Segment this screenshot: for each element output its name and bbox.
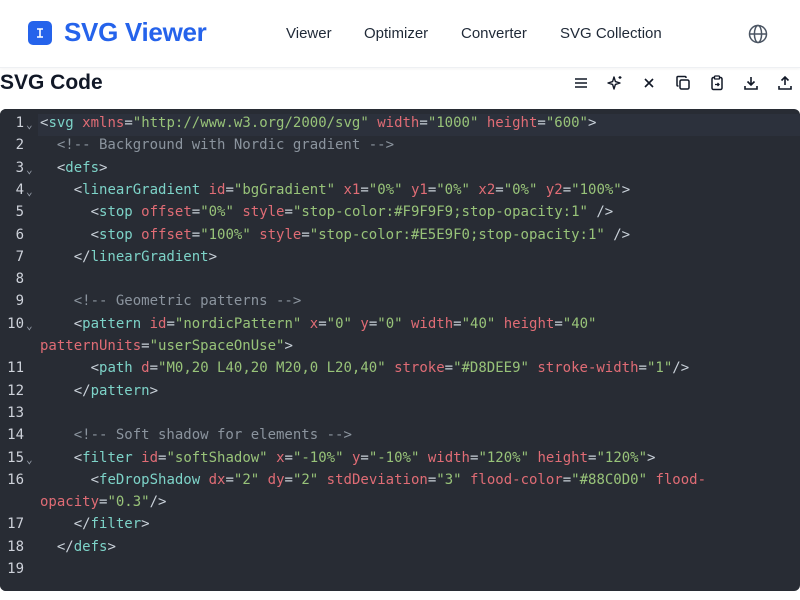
- line-number: 8: [15, 271, 24, 288]
- panel-title: SVG Code: [0, 71, 103, 94]
- line-number: 11: [7, 360, 24, 377]
- line-number: 12: [7, 382, 24, 399]
- upload-icon[interactable]: [776, 74, 794, 92]
- code-line[interactable]: <!-- Soft shadow for elements -->: [40, 427, 352, 443]
- line-number: 19: [7, 561, 24, 577]
- line-number: 3: [15, 159, 24, 176]
- code-line[interactable]: <filter id="softShadow" x="-10%" y="-10%…: [40, 450, 656, 466]
- close-icon[interactable]: [640, 74, 658, 92]
- globe-icon[interactable]: [747, 23, 769, 45]
- fold-toggle-icon[interactable]: ⌄: [26, 185, 36, 198]
- line-number: 4: [15, 181, 24, 198]
- code-line[interactable]: </pattern>: [40, 383, 158, 399]
- copy-icon[interactable]: [674, 74, 692, 92]
- fold-toggle-icon[interactable]: ⌄: [26, 163, 36, 176]
- code-line[interactable]: <pattern id="nordicPattern" x="0" y="0" …: [40, 316, 597, 332]
- line-number: 7: [15, 248, 24, 265]
- code-line[interactable]: <feDropShadow dx="2" dy="2" stdDeviation…: [40, 472, 706, 488]
- line-number-gutter: 1 ⌄ 2 3 ⌄ 4 ⌄ 5 6 7 8 9 10 ⌄ 11 12 13 14 15 ⌄ 16 17 18 19: [0, 109, 38, 591]
- line-number: 9: [15, 293, 24, 310]
- code-line[interactable]: <defs>: [40, 160, 108, 176]
- line-number: 10: [7, 315, 24, 332]
- line-number: 17: [7, 516, 24, 533]
- code-line[interactable]: </defs>: [40, 539, 116, 555]
- fold-toggle-icon[interactable]: ⌄: [26, 453, 36, 466]
- code-line[interactable]: </linearGradient>: [40, 249, 217, 265]
- menu-icon[interactable]: [572, 74, 590, 92]
- nav-viewer[interactable]: Viewer: [286, 25, 332, 42]
- line-number: 6: [15, 226, 24, 243]
- line-number: 16: [7, 471, 24, 488]
- paste-icon[interactable]: [708, 74, 726, 92]
- nav-svg-collection[interactable]: SVG Collection: [560, 25, 662, 42]
- code-line[interactable]: <path d="M0,20 L40,20 M20,0 L20,40" stro…: [40, 360, 690, 376]
- app-header: SVG Viewer Viewer Optimizer Converter SV…: [0, 0, 800, 68]
- fold-toggle-icon[interactable]: ⌄: [26, 118, 36, 131]
- line-number: 5: [15, 204, 24, 221]
- nav-optimizer[interactable]: Optimizer: [364, 25, 428, 42]
- logo-icon[interactable]: [28, 21, 52, 45]
- sparkles-icon[interactable]: [606, 74, 624, 92]
- code-line[interactable]: <stop offset="0%" style="stop-color:#F9F…: [40, 204, 614, 220]
- download-icon[interactable]: [742, 74, 760, 92]
- code-line[interactable]: <linearGradient id="bgGradient" x1="0%" …: [40, 182, 630, 198]
- line-number: 15: [7, 449, 24, 466]
- line-number: 1: [15, 115, 24, 131]
- brand-name[interactable]: SVG Viewer: [64, 17, 207, 48]
- code-line[interactable]: </filter>: [40, 516, 150, 532]
- code-line[interactable]: <!-- Geometric patterns -->: [40, 293, 302, 309]
- code-line[interactable]: <svg xmlns="http://www.w3.org/2000/svg" …: [40, 115, 596, 131]
- line-number: 13: [7, 404, 24, 421]
- code-line[interactable]: <!-- Background with Nordic gradient -->: [40, 137, 394, 153]
- nav-converter[interactable]: Converter: [461, 25, 527, 42]
- line-number: 14: [7, 427, 24, 444]
- code-line[interactable]: patternUnits="userSpaceOnUse">: [40, 338, 293, 354]
- code-line[interactable]: <stop offset="100%" style="stop-color:#E…: [40, 227, 631, 243]
- line-number: 18: [7, 538, 24, 555]
- code-editor[interactable]: 1 ⌄ 2 3 ⌄ 4 ⌄ 5 6 7 8 9 10 ⌄ 11 12 13 14 15 ⌄ 16 17 18 19 <svg …: [0, 109, 800, 591]
- fold-toggle-icon[interactable]: ⌄: [26, 319, 36, 332]
- line-number: 2: [15, 137, 24, 154]
- code-line[interactable]: opacity="0.3"/>: [40, 494, 166, 510]
